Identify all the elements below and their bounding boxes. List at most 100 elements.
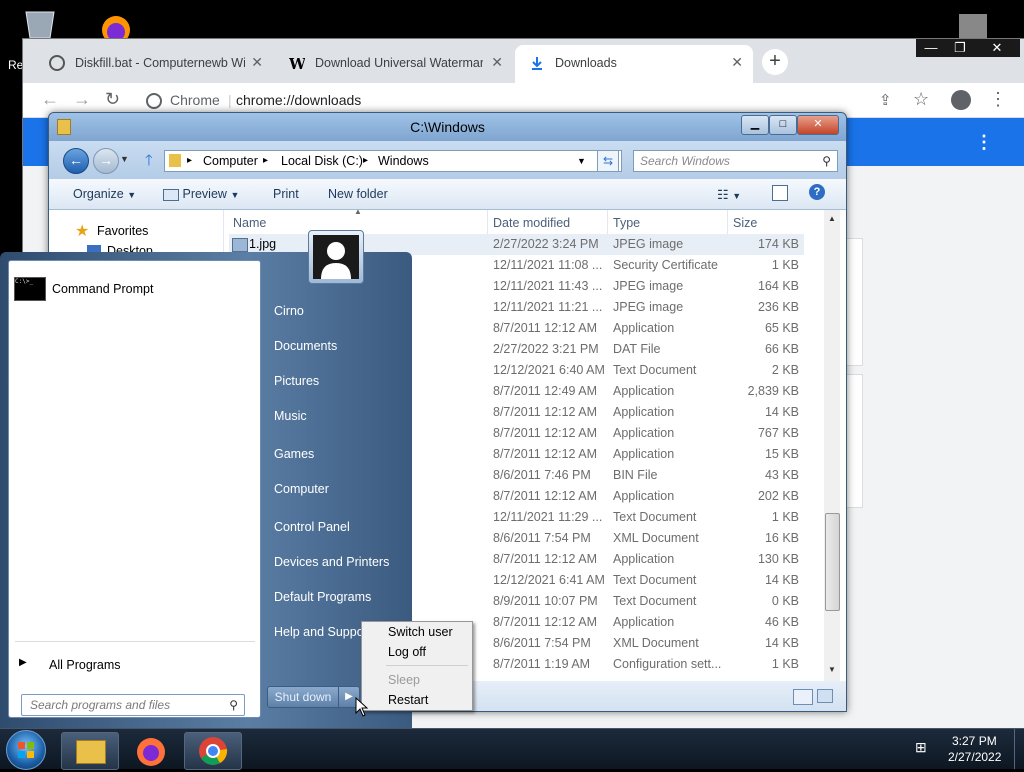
start-place-item[interactable]: Music bbox=[274, 409, 307, 423]
tab-diskfill[interactable]: Diskfill.bat - Computernewb Wiki ✕ bbox=[35, 45, 273, 83]
close-tab-icon[interactable]: ✕ bbox=[731, 54, 743, 71]
scroll-down-icon[interactable]: ▼ bbox=[828, 665, 836, 674]
downloads-menu-icon[interactable]: ⋮ bbox=[975, 132, 993, 153]
file-size: 2 KB bbox=[771, 363, 799, 377]
start-place-item[interactable]: Computer bbox=[274, 482, 329, 496]
file-size: 164 KB bbox=[757, 279, 799, 293]
menu-item-restart[interactable]: Restart bbox=[388, 693, 428, 707]
reload-icon[interactable]: ↻ bbox=[105, 89, 120, 110]
share-icon[interactable]: ⇪ bbox=[879, 91, 892, 109]
file-date: 12/11/2021 11:21 ... bbox=[493, 300, 603, 314]
new-folder-button[interactable]: New folder bbox=[328, 187, 388, 201]
file-date: 2/27/2022 3:21 PM bbox=[493, 342, 599, 356]
start-place-item[interactable]: Pictures bbox=[274, 374, 319, 388]
file-size: 14 KB bbox=[764, 636, 799, 650]
svg-text:W: W bbox=[289, 55, 305, 71]
chrome-close-button[interactable]: ✕ bbox=[974, 39, 1020, 57]
forward-arrow-icon[interactable]: → bbox=[73, 89, 91, 110]
chrome-icon bbox=[199, 737, 228, 765]
chrome-maximize-button[interactable]: ❐ bbox=[945, 39, 975, 57]
scrollbar-thumb[interactable] bbox=[825, 513, 840, 611]
tab-label: Diskfill.bat - Computernewb Wiki bbox=[75, 56, 245, 70]
all-programs-button[interactable]: All Programs bbox=[49, 658, 121, 672]
clock-time[interactable]: 3:27 PM bbox=[952, 734, 997, 748]
view-options-icon[interactable]: ☷ ▼ bbox=[717, 187, 741, 203]
scroll-up-icon[interactable]: ▲ bbox=[828, 214, 836, 223]
file-date: 8/7/2011 12:12 AM bbox=[493, 321, 598, 335]
start-place-item[interactable]: Default Programs bbox=[274, 590, 371, 604]
explorer-search-input[interactable]: Search Windows ⚲ bbox=[633, 150, 838, 172]
chrome-menu-icon[interactable]: ⋮ bbox=[989, 89, 1007, 110]
new-tab-button[interactable]: + bbox=[762, 49, 788, 75]
tab-download-watermark[interactable]: W Download Universal Watermark D ✕ bbox=[275, 45, 513, 83]
breadcrumb-computer[interactable]: Computer bbox=[203, 151, 258, 171]
large-icons-view-icon[interactable] bbox=[817, 689, 833, 703]
pinned-command-prompt[interactable]: C:\>_ Command Prompt bbox=[12, 273, 252, 301]
clock-date[interactable]: 2/27/2022 bbox=[948, 750, 1001, 764]
column-name[interactable]: Name bbox=[233, 216, 266, 230]
print-button[interactable]: Print bbox=[273, 187, 299, 201]
menu-item-log-off[interactable]: Log off bbox=[388, 645, 426, 659]
file-type: JPEG image bbox=[613, 300, 684, 314]
search-icon[interactable]: ⚲ bbox=[229, 695, 238, 715]
shutdown-button[interactable]: Shut down bbox=[267, 686, 339, 708]
tab-downloads[interactable]: Downloads ✕ bbox=[515, 45, 753, 83]
start-place-item[interactable]: Devices and Printers bbox=[274, 555, 389, 569]
back-arrow-icon[interactable]: ← bbox=[41, 89, 59, 110]
up-arrow-icon[interactable]: 🡑 bbox=[145, 150, 153, 175]
organize-label: Organize bbox=[73, 187, 124, 201]
address-bar[interactable]: Chrome | chrome://downloads bbox=[138, 86, 878, 114]
start-place-item[interactable]: Games bbox=[274, 447, 314, 461]
address-dropdown-icon[interactable]: ▼ bbox=[577, 151, 586, 171]
column-size[interactable]: Size bbox=[733, 216, 757, 230]
forward-button-icon[interactable]: → bbox=[93, 148, 119, 174]
bookmark-star-icon[interactable]: ☆ bbox=[913, 89, 929, 110]
start-place-item[interactable]: Documents bbox=[274, 339, 337, 353]
start-place-item[interactable]: Help and Support bbox=[274, 625, 371, 639]
start-place-item[interactable]: Cirno bbox=[274, 304, 304, 318]
network-icon[interactable]: ⊞ bbox=[915, 739, 927, 756]
details-view-icon[interactable] bbox=[793, 689, 813, 705]
explorer-minimize-button[interactable]: ▁ bbox=[741, 115, 769, 135]
help-icon[interactable]: ? bbox=[809, 184, 825, 200]
taskbar-explorer-button[interactable] bbox=[61, 732, 119, 770]
column-divider[interactable] bbox=[487, 210, 488, 234]
recent-pages-chevron-icon[interactable]: ▼ bbox=[120, 154, 129, 164]
column-type[interactable]: Type bbox=[613, 216, 640, 230]
close-tab-icon[interactable]: ✕ bbox=[491, 54, 503, 71]
explorer-close-button[interactable]: ✕ bbox=[797, 115, 839, 135]
user-picture[interactable] bbox=[308, 230, 364, 284]
preview-button[interactable]: Preview ▼ bbox=[163, 187, 239, 201]
all-programs-arrow-icon: ▶ bbox=[19, 657, 27, 668]
menu-item-switch-user[interactable]: Switch user bbox=[388, 625, 453, 639]
start-place-item[interactable]: Control Panel bbox=[274, 520, 350, 534]
column-date-modified[interactable]: Date modified bbox=[493, 216, 570, 230]
breadcrumb-windows[interactable]: Windows bbox=[378, 151, 429, 171]
start-button[interactable] bbox=[6, 730, 46, 770]
close-tab-icon[interactable]: ✕ bbox=[251, 54, 263, 71]
refresh-icon[interactable]: ⇆ bbox=[597, 150, 619, 172]
favorites-star-icon: ★ bbox=[75, 223, 90, 240]
file-size: 14 KB bbox=[764, 405, 799, 419]
search-icon[interactable]: ⚲ bbox=[822, 151, 831, 171]
nav-favorites[interactable]: Favorites bbox=[97, 224, 148, 238]
profile-avatar-icon[interactable] bbox=[951, 90, 971, 110]
preview-pane-icon[interactable] bbox=[772, 185, 788, 201]
explorer-address-bar[interactable]: ▸ Computer ▸ Local Disk (C:) ▸ Windows ▼ bbox=[164, 150, 622, 172]
column-divider[interactable] bbox=[727, 210, 728, 234]
organize-button[interactable]: Organize ▼ bbox=[73, 187, 136, 201]
taskbar-firefox-button[interactable] bbox=[122, 732, 180, 770]
breadcrumb-local-disk[interactable]: Local Disk (C:) bbox=[281, 151, 363, 171]
show-desktop-button[interactable] bbox=[1014, 729, 1024, 769]
chrome-minimize-button[interactable]: — bbox=[916, 39, 946, 57]
file-size: 66 KB bbox=[764, 342, 799, 356]
file-type: Security Certificate bbox=[613, 258, 718, 272]
column-divider[interactable] bbox=[607, 210, 608, 234]
file-date: 8/7/2011 12:12 AM bbox=[493, 426, 598, 440]
explorer-maximize-button[interactable]: □ bbox=[769, 115, 797, 135]
file-date: 12/12/2021 6:41 AM bbox=[493, 573, 605, 587]
back-button-icon[interactable]: ← bbox=[63, 148, 89, 174]
taskbar-chrome-button[interactable] bbox=[184, 732, 242, 770]
start-search-input[interactable]: Search programs and files ⚲ bbox=[21, 694, 245, 716]
vertical-scrollbar[interactable]: ▲ ▼ bbox=[824, 210, 840, 681]
